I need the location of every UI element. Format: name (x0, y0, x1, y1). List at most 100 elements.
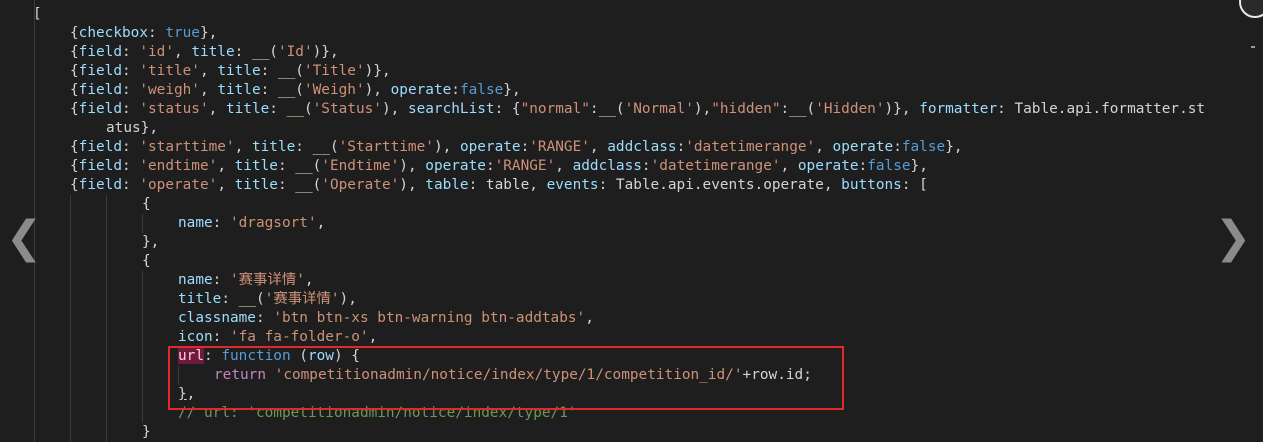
code-token: { (142, 196, 151, 212)
code-token: )}, (312, 44, 339, 60)
code-token: : (255, 310, 274, 326)
code-token: : (520, 139, 530, 155)
next-arrow-icon[interactable]: ❯ (1213, 214, 1253, 262)
code-token: operate (425, 158, 486, 174)
code-token: : (122, 101, 140, 117)
indent-guide (142, 271, 143, 423)
code-token: ), (399, 177, 426, 193)
code-token: 'btn btn-xs btn-warning btn-addtabs' (273, 310, 586, 326)
code-token: : (122, 158, 140, 174)
code-token: : (234, 44, 252, 60)
code-token: 'endtime' (139, 158, 218, 174)
code-token: , (368, 329, 378, 345)
code-token: __ (251, 44, 270, 60)
code-token: { (70, 82, 79, 98)
code-line: atus}, (106, 119, 158, 138)
code-token: 'Id' (277, 44, 313, 60)
code-token: )}, (364, 63, 391, 79)
code-token: title (178, 291, 222, 307)
code-token: field (78, 63, 122, 79)
code-token: ), (693, 101, 712, 117)
code-line: {field: 'id', title: __('Id')}, (70, 43, 339, 62)
code-line: {field: 'starttime', title: __('Starttim… (70, 138, 963, 157)
code-token: ( (329, 139, 339, 155)
code-token: addclass (607, 139, 677, 155)
code-token: __ (789, 101, 807, 117)
code-token: , (316, 215, 326, 231)
code-line: [ (33, 5, 42, 24)
code-token: title (234, 158, 278, 174)
code-token: title (251, 139, 296, 155)
code-token: ( (269, 44, 278, 60)
code-token: '赛事详情' (229, 272, 305, 288)
code-token: checkbox (78, 25, 148, 41)
code-line: classname: 'btn btn-xs btn-warning btn-a… (178, 309, 594, 328)
code-token: __ (277, 63, 296, 79)
code-token: ( (806, 101, 816, 117)
code-token: }, (503, 82, 521, 98)
code-token: ( (312, 158, 322, 174)
code-token: : (122, 139, 140, 155)
code-token: { (70, 44, 79, 60)
code-line: }, (142, 233, 159, 252)
code-token: : table, (468, 177, 547, 193)
prev-arrow-icon[interactable]: ❮ (4, 214, 44, 262)
code-token: name (178, 272, 213, 288)
code-token: : (641, 158, 651, 174)
code-token: 'operate' (139, 177, 218, 193)
code-token: operate (797, 158, 859, 174)
code-token: 'starttime' (139, 139, 235, 155)
code-token: { (70, 158, 79, 174)
code-token: : (485, 158, 495, 174)
annotation-highlight-box (168, 346, 844, 410)
code-token: 'datetimerange' (685, 139, 816, 155)
code-token: : (277, 177, 296, 193)
code-line: icon: 'fa fa-folder-o', (178, 328, 377, 347)
code-token: icon (178, 329, 213, 345)
code-token: , (217, 158, 235, 174)
code-token: { (70, 25, 79, 41)
code-token: { (70, 139, 79, 155)
code-token: , (217, 177, 235, 193)
code-token: true (165, 25, 200, 41)
code-token: : (212, 215, 230, 231)
code-token: : { (494, 101, 521, 117)
code-token: ), (364, 82, 391, 98)
code-token: { (70, 101, 79, 117)
code-token: __ (238, 291, 256, 307)
code-token: buttons (841, 177, 902, 193)
code-token: )}, (884, 101, 920, 117)
code-token: , (589, 139, 608, 155)
code-line: name: 'dragsort', (178, 214, 325, 233)
code-token: false (867, 158, 911, 174)
code-line: {field: 'title', title: __('Title')}, (70, 62, 391, 81)
code-token: : Table.api.formatter.st (997, 101, 1206, 117)
code-token: name (178, 215, 213, 231)
code-token: [ (33, 6, 42, 22)
code-token: 'Starttime' (338, 139, 434, 155)
code-token: ( (615, 101, 625, 117)
code-token: }, (945, 139, 963, 155)
code-token: table (425, 177, 469, 193)
code-token: __ (295, 177, 313, 193)
minimap-marker (1251, 46, 1255, 48)
code-token: atus}, (106, 120, 158, 136)
code-token: 'weigh' (139, 82, 200, 98)
code-token: }, (910, 158, 928, 174)
code-token: 'Hidden' (815, 101, 885, 117)
code-token: 'Status' (312, 101, 382, 117)
code-token: 'Operate' (321, 177, 400, 193)
indent-guide (106, 195, 107, 442)
code-token: field (78, 44, 122, 60)
code-token: field (78, 101, 122, 117)
code-token: searchList (407, 101, 495, 117)
code-token: "hidden" (711, 101, 781, 117)
code-token: ( (295, 82, 304, 98)
indent-guide (142, 214, 143, 233)
code-token: , (585, 310, 594, 326)
code-token: : (122, 177, 140, 193)
code-token: : (451, 82, 460, 98)
code-token: , (199, 82, 218, 98)
code-token: : (893, 139, 902, 155)
code-token: ), (381, 101, 408, 117)
